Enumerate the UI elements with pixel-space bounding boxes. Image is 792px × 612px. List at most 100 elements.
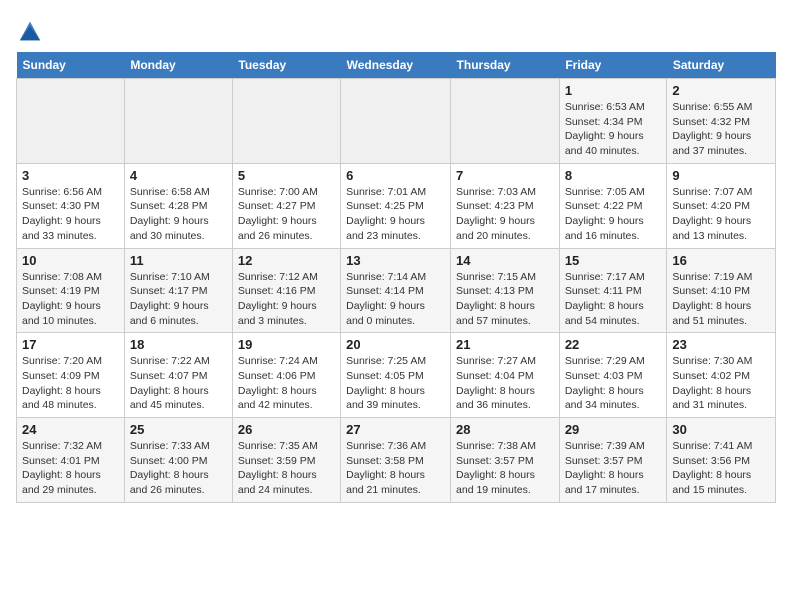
header-thursday: Thursday: [451, 52, 560, 79]
day-info: Sunrise: 7:29 AM Sunset: 4:03 PM Dayligh…: [565, 354, 662, 413]
day-info: Sunrise: 7:24 AM Sunset: 4:06 PM Dayligh…: [238, 354, 335, 413]
day-info: Sunrise: 7:01 AM Sunset: 4:25 PM Dayligh…: [346, 185, 445, 244]
week-row-1: 1 Sunrise: 6:53 AM Sunset: 4:34 PM Daylig…: [17, 79, 776, 164]
day-number: 27: [346, 422, 445, 437]
calendar-cell: 12 Sunrise: 7:12 AM Sunset: 4:16 PM Dayli…: [232, 248, 340, 333]
week-row-2: 3 Sunrise: 6:56 AM Sunset: 4:30 PM Daylig…: [17, 163, 776, 248]
day-info: Sunrise: 6:53 AM Sunset: 4:34 PM Dayligh…: [565, 100, 662, 159]
calendar-cell: 3 Sunrise: 6:56 AM Sunset: 4:30 PM Daylig…: [17, 163, 125, 248]
calendar-cell: 14Sunrise: 7:15 AM Sunset: 4:13 PM Dayli…: [451, 248, 560, 333]
day-number: 3: [22, 168, 119, 183]
logo-icon: [18, 20, 42, 42]
header-tuesday: Tuesday: [232, 52, 340, 79]
day-number: 20: [346, 337, 445, 352]
day-info: Sunrise: 7:36 AM Sunset: 3:58 PM Dayligh…: [346, 439, 445, 498]
day-info: Sunrise: 7:25 AM Sunset: 4:05 PM Dayligh…: [346, 354, 445, 413]
calendar-header-row: SundayMondayTuesdayWednesdayThursdayFrid…: [17, 52, 776, 79]
calendar-cell: 17Sunrise: 7:20 AM Sunset: 4:09 PM Dayli…: [17, 333, 125, 418]
day-info: Sunrise: 7:41 AM Sunset: 3:56 PM Dayligh…: [672, 439, 770, 498]
header-sunday: Sunday: [17, 52, 125, 79]
day-info: Sunrise: 6:58 AM Sunset: 4:28 PM Dayligh…: [130, 185, 227, 244]
day-number: 13: [346, 253, 445, 268]
page-header: [16, 16, 776, 42]
day-info: Sunrise: 7:12 AM Sunset: 4:16 PM Dayligh…: [238, 270, 335, 329]
day-number: 14: [456, 253, 554, 268]
calendar-cell: 6 Sunrise: 7:01 AM Sunset: 4:25 PM Daylig…: [341, 163, 451, 248]
day-number: 28: [456, 422, 554, 437]
day-number: 30: [672, 422, 770, 437]
day-info: Sunrise: 7:27 AM Sunset: 4:04 PM Dayligh…: [456, 354, 554, 413]
day-number: 26: [238, 422, 335, 437]
calendar-cell: 7 Sunrise: 7:03 AM Sunset: 4:23 PM Daylig…: [451, 163, 560, 248]
calendar-cell: 11 Sunrise: 7:10 AM Sunset: 4:17 PM Dayli…: [124, 248, 232, 333]
day-info: Sunrise: 7:35 AM Sunset: 3:59 PM Dayligh…: [238, 439, 335, 498]
day-info: Sunrise: 7:33 AM Sunset: 4:00 PM Dayligh…: [130, 439, 227, 498]
day-info: Sunrise: 7:05 AM Sunset: 4:22 PM Dayligh…: [565, 185, 662, 244]
calendar-table: SundayMondayTuesdayWednesdayThursdayFrid…: [16, 52, 776, 503]
week-row-4: 17Sunrise: 7:20 AM Sunset: 4:09 PM Dayli…: [17, 333, 776, 418]
day-info: Sunrise: 7:17 AM Sunset: 4:11 PM Dayligh…: [565, 270, 662, 329]
day-number: 2: [672, 83, 770, 98]
calendar-cell: 19 Sunrise: 7:24 AM Sunset: 4:06 PM Dayli…: [232, 333, 340, 418]
day-info: Sunrise: 7:22 AM Sunset: 4:07 PM Dayligh…: [130, 354, 227, 413]
day-info: Sunrise: 7:19 AM Sunset: 4:10 PM Dayligh…: [672, 270, 770, 329]
logo: [16, 20, 42, 42]
day-info: Sunrise: 6:56 AM Sunset: 4:30 PM Dayligh…: [22, 185, 119, 244]
calendar-cell: 24 Sunrise: 7:32 AM Sunset: 4:01 PM Dayli…: [17, 418, 125, 503]
day-number: 29: [565, 422, 662, 437]
calendar-cell: 9 Sunrise: 7:07 AM Sunset: 4:20 PM Daylig…: [667, 163, 776, 248]
day-number: 9: [672, 168, 770, 183]
day-number: 5: [238, 168, 335, 183]
day-number: 10: [22, 253, 119, 268]
day-number: 11: [130, 253, 227, 268]
day-info: Sunrise: 7:00 AM Sunset: 4:27 PM Dayligh…: [238, 185, 335, 244]
header-saturday: Saturday: [667, 52, 776, 79]
day-info: Sunrise: 7:07 AM Sunset: 4:20 PM Dayligh…: [672, 185, 770, 244]
day-info: Sunrise: 6:55 AM Sunset: 4:32 PM Dayligh…: [672, 100, 770, 159]
day-info: Sunrise: 7:30 AM Sunset: 4:02 PM Dayligh…: [672, 354, 770, 413]
day-number: 19: [238, 337, 335, 352]
calendar-cell: 20 Sunrise: 7:25 AM Sunset: 4:05 PM Dayli…: [341, 333, 451, 418]
day-number: 12: [238, 253, 335, 268]
header-wednesday: Wednesday: [341, 52, 451, 79]
week-row-5: 24 Sunrise: 7:32 AM Sunset: 4:01 PM Dayli…: [17, 418, 776, 503]
day-info: Sunrise: 7:10 AM Sunset: 4:17 PM Dayligh…: [130, 270, 227, 329]
header-monday: Monday: [124, 52, 232, 79]
calendar-cell: 5 Sunrise: 7:00 AM Sunset: 4:27 PM Daylig…: [232, 163, 340, 248]
calendar-cell: 27 Sunrise: 7:36 AM Sunset: 3:58 PM Dayli…: [341, 418, 451, 503]
calendar-cell: 21 Sunrise: 7:27 AM Sunset: 4:04 PM Dayli…: [451, 333, 560, 418]
calendar-cell: [17, 79, 125, 164]
calendar-cell: [232, 79, 340, 164]
calendar-cell: 30 Sunrise: 7:41 AM Sunset: 3:56 PM Dayli…: [667, 418, 776, 503]
day-number: 7: [456, 168, 554, 183]
day-number: 25: [130, 422, 227, 437]
day-number: 15: [565, 253, 662, 268]
day-info: Sunrise: 7:03 AM Sunset: 4:23 PM Dayligh…: [456, 185, 554, 244]
day-number: 1: [565, 83, 662, 98]
calendar-cell: [124, 79, 232, 164]
calendar-cell: 4 Sunrise: 6:58 AM Sunset: 4:28 PM Daylig…: [124, 163, 232, 248]
calendar-cell: 1 Sunrise: 6:53 AM Sunset: 4:34 PM Daylig…: [559, 79, 667, 164]
calendar-cell: 2 Sunrise: 6:55 AM Sunset: 4:32 PM Daylig…: [667, 79, 776, 164]
day-number: 16: [672, 253, 770, 268]
calendar-cell: 8Sunrise: 7:05 AM Sunset: 4:22 PM Daylig…: [559, 163, 667, 248]
calendar-cell: 15 Sunrise: 7:17 AM Sunset: 4:11 PM Dayli…: [559, 248, 667, 333]
week-row-3: 10 Sunrise: 7:08 AM Sunset: 4:19 PM Dayli…: [17, 248, 776, 333]
calendar-cell: 23 Sunrise: 7:30 AM Sunset: 4:02 PM Dayli…: [667, 333, 776, 418]
day-info: Sunrise: 7:32 AM Sunset: 4:01 PM Dayligh…: [22, 439, 119, 498]
day-info: Sunrise: 7:08 AM Sunset: 4:19 PM Dayligh…: [22, 270, 119, 329]
day-number: 24: [22, 422, 119, 437]
day-number: 23: [672, 337, 770, 352]
day-info: Sunrise: 7:20 AM Sunset: 4:09 PM Dayligh…: [22, 354, 119, 413]
day-info: Sunrise: 7:38 AM Sunset: 3:57 PM Dayligh…: [456, 439, 554, 498]
calendar-cell: 16 Sunrise: 7:19 AM Sunset: 4:10 PM Dayli…: [667, 248, 776, 333]
header-friday: Friday: [559, 52, 667, 79]
calendar-cell: 13Sunrise: 7:14 AM Sunset: 4:14 PM Dayli…: [341, 248, 451, 333]
calendar-cell: 28 Sunrise: 7:38 AM Sunset: 3:57 PM Dayli…: [451, 418, 560, 503]
calendar-cell: 29Sunrise: 7:39 AM Sunset: 3:57 PM Dayli…: [559, 418, 667, 503]
day-number: 6: [346, 168, 445, 183]
day-number: 4: [130, 168, 227, 183]
calendar-cell: 22Sunrise: 7:29 AM Sunset: 4:03 PM Dayli…: [559, 333, 667, 418]
day-number: 21: [456, 337, 554, 352]
calendar-cell: [341, 79, 451, 164]
